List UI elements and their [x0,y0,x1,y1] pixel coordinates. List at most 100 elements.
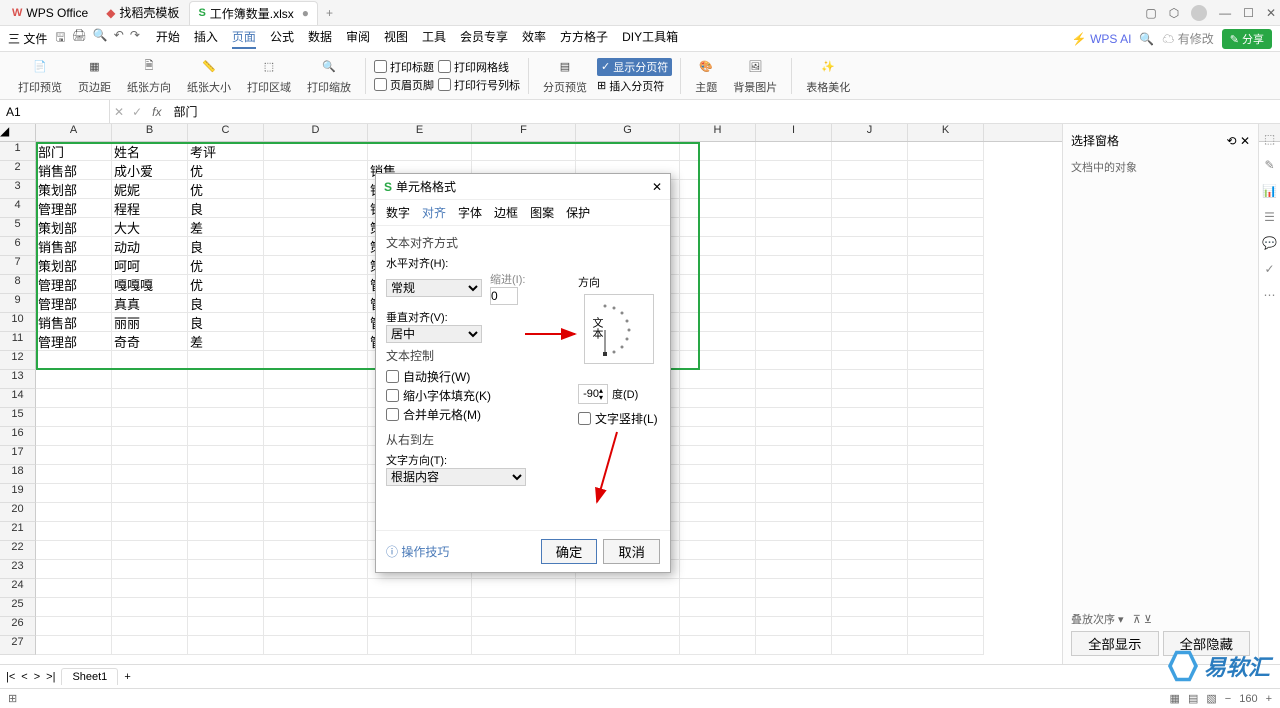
print-gridlines-check[interactable]: 打印网格线 [438,59,520,75]
cell[interactable]: 销售部 [36,313,112,332]
cell[interactable] [264,237,368,256]
row-header[interactable]: 15 [0,408,36,427]
cell[interactable] [264,275,368,294]
row-header[interactable]: 5 [0,218,36,237]
select-all-corner[interactable]: ◢ [0,124,36,141]
col-header[interactable]: G [576,124,680,141]
cell[interactable] [36,408,112,427]
cell[interactable] [680,332,756,351]
cell[interactable] [188,541,264,560]
cell[interactable] [264,370,368,389]
cell[interactable] [680,598,756,617]
cell[interactable] [756,541,832,560]
cell[interactable]: 管理部 [36,275,112,294]
first-sheet-icon[interactable]: |< [6,671,15,683]
cell[interactable] [188,636,264,655]
cell[interactable]: 考评 [188,142,264,161]
row-header[interactable]: 7 [0,256,36,275]
cancel-button[interactable]: 取消 [603,539,660,564]
cell[interactable] [264,446,368,465]
cell[interactable] [36,541,112,560]
cell[interactable] [36,560,112,579]
cell[interactable] [112,560,188,579]
col-header[interactable]: F [472,124,576,141]
cell[interactable] [908,484,984,503]
cell[interactable] [112,465,188,484]
cell[interactable] [368,579,472,598]
cell[interactable] [264,484,368,503]
side-filter-icon[interactable]: ☰ [1264,210,1275,224]
add-sheet-icon[interactable]: + [124,671,130,683]
accept-fx[interactable]: ✓ [128,105,146,119]
cell[interactable] [908,541,984,560]
cell[interactable]: 管理部 [36,199,112,218]
cell[interactable] [908,522,984,541]
cell[interactable] [264,161,368,180]
show-breaks-check[interactable]: ✓ 显示分页符 [597,58,672,76]
row-header[interactable]: 17 [0,446,36,465]
row-header[interactable]: 2 [0,161,36,180]
cell[interactable] [112,370,188,389]
cell[interactable] [832,541,908,560]
row-header[interactable]: 9 [0,294,36,313]
cell[interactable] [264,598,368,617]
cell[interactable] [576,598,680,617]
cell[interactable] [36,484,112,503]
tab-fangfang[interactable]: 方方格子 [560,28,608,49]
cell[interactable] [112,389,188,408]
cell[interactable] [832,275,908,294]
cell[interactable] [112,579,188,598]
row-header[interactable]: 21 [0,522,36,541]
cell[interactable] [36,598,112,617]
tab-protect[interactable]: 保护 [566,204,590,221]
cell[interactable] [680,389,756,408]
name-box[interactable]: A1 [0,100,110,123]
show-all-button[interactable]: 全部显示 [1071,631,1159,656]
cell[interactable]: 策划部 [36,256,112,275]
cell[interactable] [264,522,368,541]
cell[interactable] [680,180,756,199]
print-preview-button[interactable]: 📄打印预览 [12,57,68,95]
cell[interactable] [264,560,368,579]
cell[interactable] [680,294,756,313]
cell[interactable]: 优 [188,256,264,275]
print-rowcol-check[interactable]: 打印行号列标 [438,77,520,93]
cell[interactable] [908,237,984,256]
text-dir-select[interactable]: 根据内容 [386,468,526,486]
theme-button[interactable]: 🎨主题 [689,57,723,95]
cell[interactable] [112,636,188,655]
cell[interactable] [680,199,756,218]
cell[interactable] [832,218,908,237]
cell[interactable] [264,579,368,598]
cell[interactable] [908,598,984,617]
cell[interactable]: 成小爱 [112,161,188,180]
cell[interactable] [264,427,368,446]
cell[interactable] [112,446,188,465]
cell[interactable] [832,598,908,617]
cell[interactable] [680,256,756,275]
redo-icon[interactable]: ↷ [130,28,140,49]
tab-tools[interactable]: 工具 [422,28,446,49]
pane-close-icon[interactable]: ✕ [1240,134,1250,148]
cell[interactable] [36,427,112,446]
cell[interactable] [112,541,188,560]
formula-content[interactable]: 部门 [167,103,1280,120]
cell[interactable] [264,294,368,313]
row-header[interactable]: 6 [0,237,36,256]
cell[interactable] [908,617,984,636]
row-header[interactable]: 3 [0,180,36,199]
cell[interactable] [680,218,756,237]
fx-button[interactable]: fx [146,105,167,119]
cell[interactable]: 良 [188,237,264,256]
cell[interactable] [188,465,264,484]
cell[interactable] [832,294,908,313]
cell[interactable] [472,579,576,598]
row-header[interactable]: 12 [0,351,36,370]
cell[interactable] [908,313,984,332]
cell[interactable]: 管理部 [36,294,112,313]
cell[interactable] [756,484,832,503]
cell[interactable]: 销售部 [36,161,112,180]
col-header[interactable]: D [264,124,368,141]
preview-icon[interactable]: 🔍 [93,28,108,49]
col-header[interactable]: A [36,124,112,141]
